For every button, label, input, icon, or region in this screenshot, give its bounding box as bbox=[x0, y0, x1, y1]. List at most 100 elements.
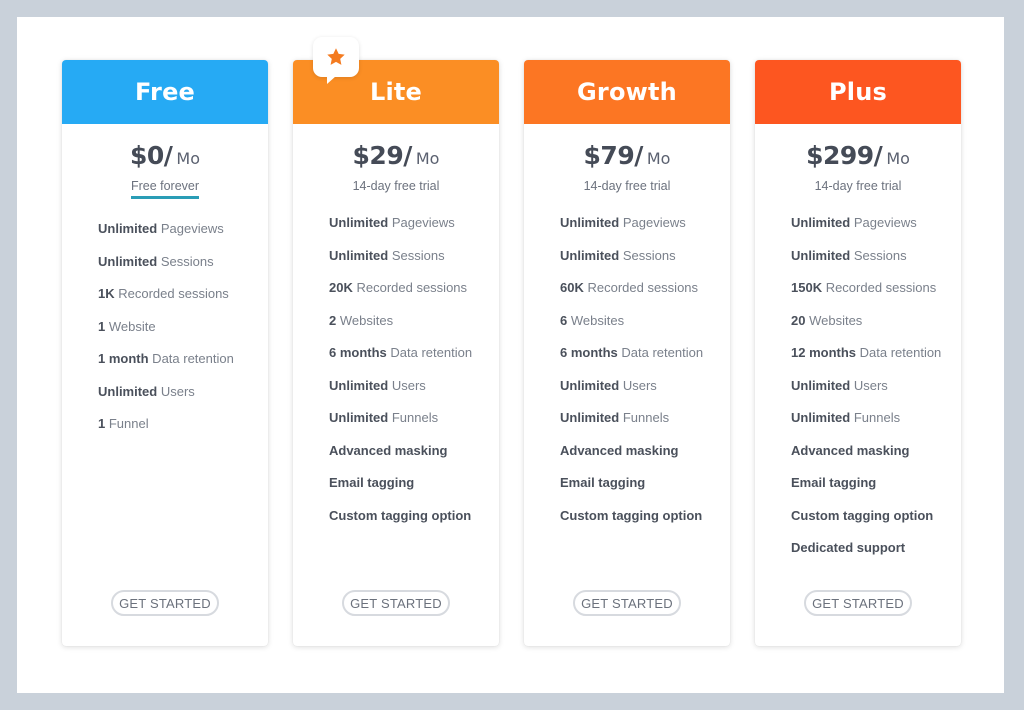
feature-value: Email tagging bbox=[329, 475, 415, 490]
price-period: Mo bbox=[886, 149, 910, 168]
feature-label: Funnel bbox=[105, 416, 149, 431]
feature-label: Funnels bbox=[388, 410, 439, 425]
feature-label: Data retention bbox=[148, 351, 234, 366]
feature-value: 20 bbox=[791, 312, 806, 328]
feature-item: Unlimited Users bbox=[98, 376, 268, 409]
price-period: Mo bbox=[415, 149, 440, 168]
feature-label: Recorded sessions bbox=[822, 280, 937, 295]
feature-value: Unlimited bbox=[329, 377, 389, 393]
feature-item: 6 Websites bbox=[560, 305, 730, 338]
feature-label: Pageviews bbox=[157, 221, 224, 236]
feature-item: 12 months Data retention bbox=[791, 337, 961, 370]
feature-value: 12 months bbox=[791, 345, 857, 360]
feature-item: Unlimited Users bbox=[791, 370, 961, 403]
feature-value: Advanced masking bbox=[560, 442, 679, 458]
feature-label: Recorded sessions bbox=[114, 286, 229, 301]
feature-value: 1K bbox=[98, 286, 115, 301]
feature-item: 1K Recorded sessions bbox=[98, 278, 268, 311]
feature-item: Unlimited Sessions bbox=[329, 240, 499, 273]
plan-subtitle: Free forever bbox=[62, 179, 268, 199]
feature-item: Unlimited Sessions bbox=[791, 240, 961, 273]
feature-item: Unlimited Pageviews bbox=[791, 207, 961, 240]
feature-label: Pageviews bbox=[850, 215, 917, 230]
get-started-button[interactable]: GET STARTED bbox=[342, 590, 450, 616]
feature-item: Unlimited Sessions bbox=[98, 246, 268, 279]
feature-value: Unlimited bbox=[560, 215, 620, 230]
feature-value: 150K bbox=[791, 280, 823, 295]
feature-value: 6 months bbox=[560, 345, 618, 360]
feature-item: Unlimited Pageviews bbox=[560, 207, 730, 240]
feature-item: Unlimited Users bbox=[329, 370, 499, 403]
feature-item: 60K Recorded sessions bbox=[560, 272, 730, 305]
feature-label: Users bbox=[850, 377, 888, 393]
feature-label: Sessions bbox=[619, 247, 676, 263]
plan-card-free: Free $0/Mo Free forever Unlimited Pagevi… bbox=[62, 60, 268, 646]
feature-item: Unlimited Pageviews bbox=[329, 207, 499, 240]
feature-label: Sessions bbox=[850, 247, 907, 263]
feature-value: Advanced masking bbox=[791, 442, 910, 458]
feature-label: Websites bbox=[336, 312, 394, 328]
feature-item: Unlimited Funnels bbox=[329, 402, 499, 435]
feature-label: Sessions bbox=[157, 253, 214, 269]
feature-item: 6 months Data retention bbox=[329, 337, 499, 370]
price-period: Mo bbox=[646, 149, 671, 168]
feature-value: Email tagging bbox=[560, 475, 646, 490]
plan-subtitle-text: Free forever bbox=[130, 179, 200, 199]
plan-price: $0/Mo bbox=[62, 141, 268, 175]
feature-item: 1 Funnel bbox=[98, 408, 268, 441]
plan-subtitle: 14-day free trial bbox=[583, 179, 671, 193]
feature-item: Advanced masking bbox=[560, 435, 730, 468]
feature-item: Email tagging bbox=[329, 467, 499, 500]
price-period: Mo bbox=[176, 149, 200, 168]
feature-value: Advanced masking bbox=[329, 442, 448, 458]
get-started-button[interactable]: GET STARTED bbox=[804, 590, 912, 616]
feature-label: Pageviews bbox=[388, 215, 455, 230]
feature-value: Unlimited bbox=[791, 215, 851, 230]
plan-header: Growth bbox=[524, 60, 730, 124]
feature-label: Users bbox=[619, 377, 657, 393]
feature-item: 2 Websites bbox=[329, 305, 499, 338]
feature-value: Unlimited bbox=[791, 377, 851, 393]
plan-price: $79/Mo bbox=[524, 141, 730, 175]
feature-value: Unlimited bbox=[560, 247, 620, 263]
feature-label: Data retention bbox=[617, 345, 704, 360]
price-amount: $79/ bbox=[583, 141, 644, 170]
feature-item: Unlimited Sessions bbox=[560, 240, 730, 273]
feature-label: Users bbox=[388, 377, 426, 393]
feature-value: Unlimited bbox=[560, 410, 620, 425]
feature-value: Unlimited bbox=[98, 383, 158, 399]
feature-value: Unlimited bbox=[560, 377, 620, 393]
feature-item: 1 month Data retention bbox=[98, 343, 268, 376]
feature-item: 6 months Data retention bbox=[560, 337, 730, 370]
feature-value: 20K bbox=[329, 280, 353, 295]
feature-value: Unlimited bbox=[98, 221, 158, 236]
feature-item: Custom tagging option bbox=[560, 500, 730, 533]
feature-value: Email tagging bbox=[791, 475, 877, 490]
feature-list: Unlimited Pageviews Unlimited Sessions 150… bbox=[755, 207, 961, 565]
feature-value: 1 month bbox=[98, 351, 149, 366]
plan-card-growth: Growth $79/Mo 14-day free trial Unlimite… bbox=[524, 60, 730, 646]
price-amount: $299/ bbox=[806, 141, 883, 170]
get-started-button[interactable]: GET STARTED bbox=[573, 590, 681, 616]
plan-header: Free bbox=[62, 60, 268, 124]
plan-subtitle: 14-day free trial bbox=[352, 179, 440, 193]
price-amount: $29/ bbox=[352, 141, 413, 170]
feature-value: Unlimited bbox=[329, 410, 389, 425]
feature-label: Recorded sessions bbox=[352, 280, 468, 295]
feature-item: Advanced masking bbox=[329, 435, 499, 468]
plan-header: Plus bbox=[755, 60, 961, 124]
feature-item: Unlimited Pageviews bbox=[98, 213, 268, 246]
feature-value: 60K bbox=[560, 280, 584, 295]
get-started-button[interactable]: GET STARTED bbox=[111, 590, 219, 616]
plan-card-lite: Lite $29/Mo 14-day free trial Unlimited … bbox=[293, 37, 499, 646]
feature-value: Custom tagging option bbox=[791, 507, 934, 523]
feature-label: Funnels bbox=[619, 410, 670, 425]
feature-value: Custom tagging option bbox=[560, 507, 703, 523]
star-icon bbox=[327, 48, 345, 65]
plan-card-plus: Plus $299/Mo 14-day free trial Unlimited… bbox=[755, 60, 961, 646]
feature-value: Unlimited bbox=[329, 215, 389, 230]
plan-subtitle: 14-day free trial bbox=[814, 179, 902, 193]
feature-list: Unlimited Pageviews Unlimited Sessions 60K… bbox=[524, 207, 730, 532]
feature-value: Unlimited bbox=[329, 247, 389, 263]
feature-item: Dedicated support bbox=[791, 532, 961, 565]
